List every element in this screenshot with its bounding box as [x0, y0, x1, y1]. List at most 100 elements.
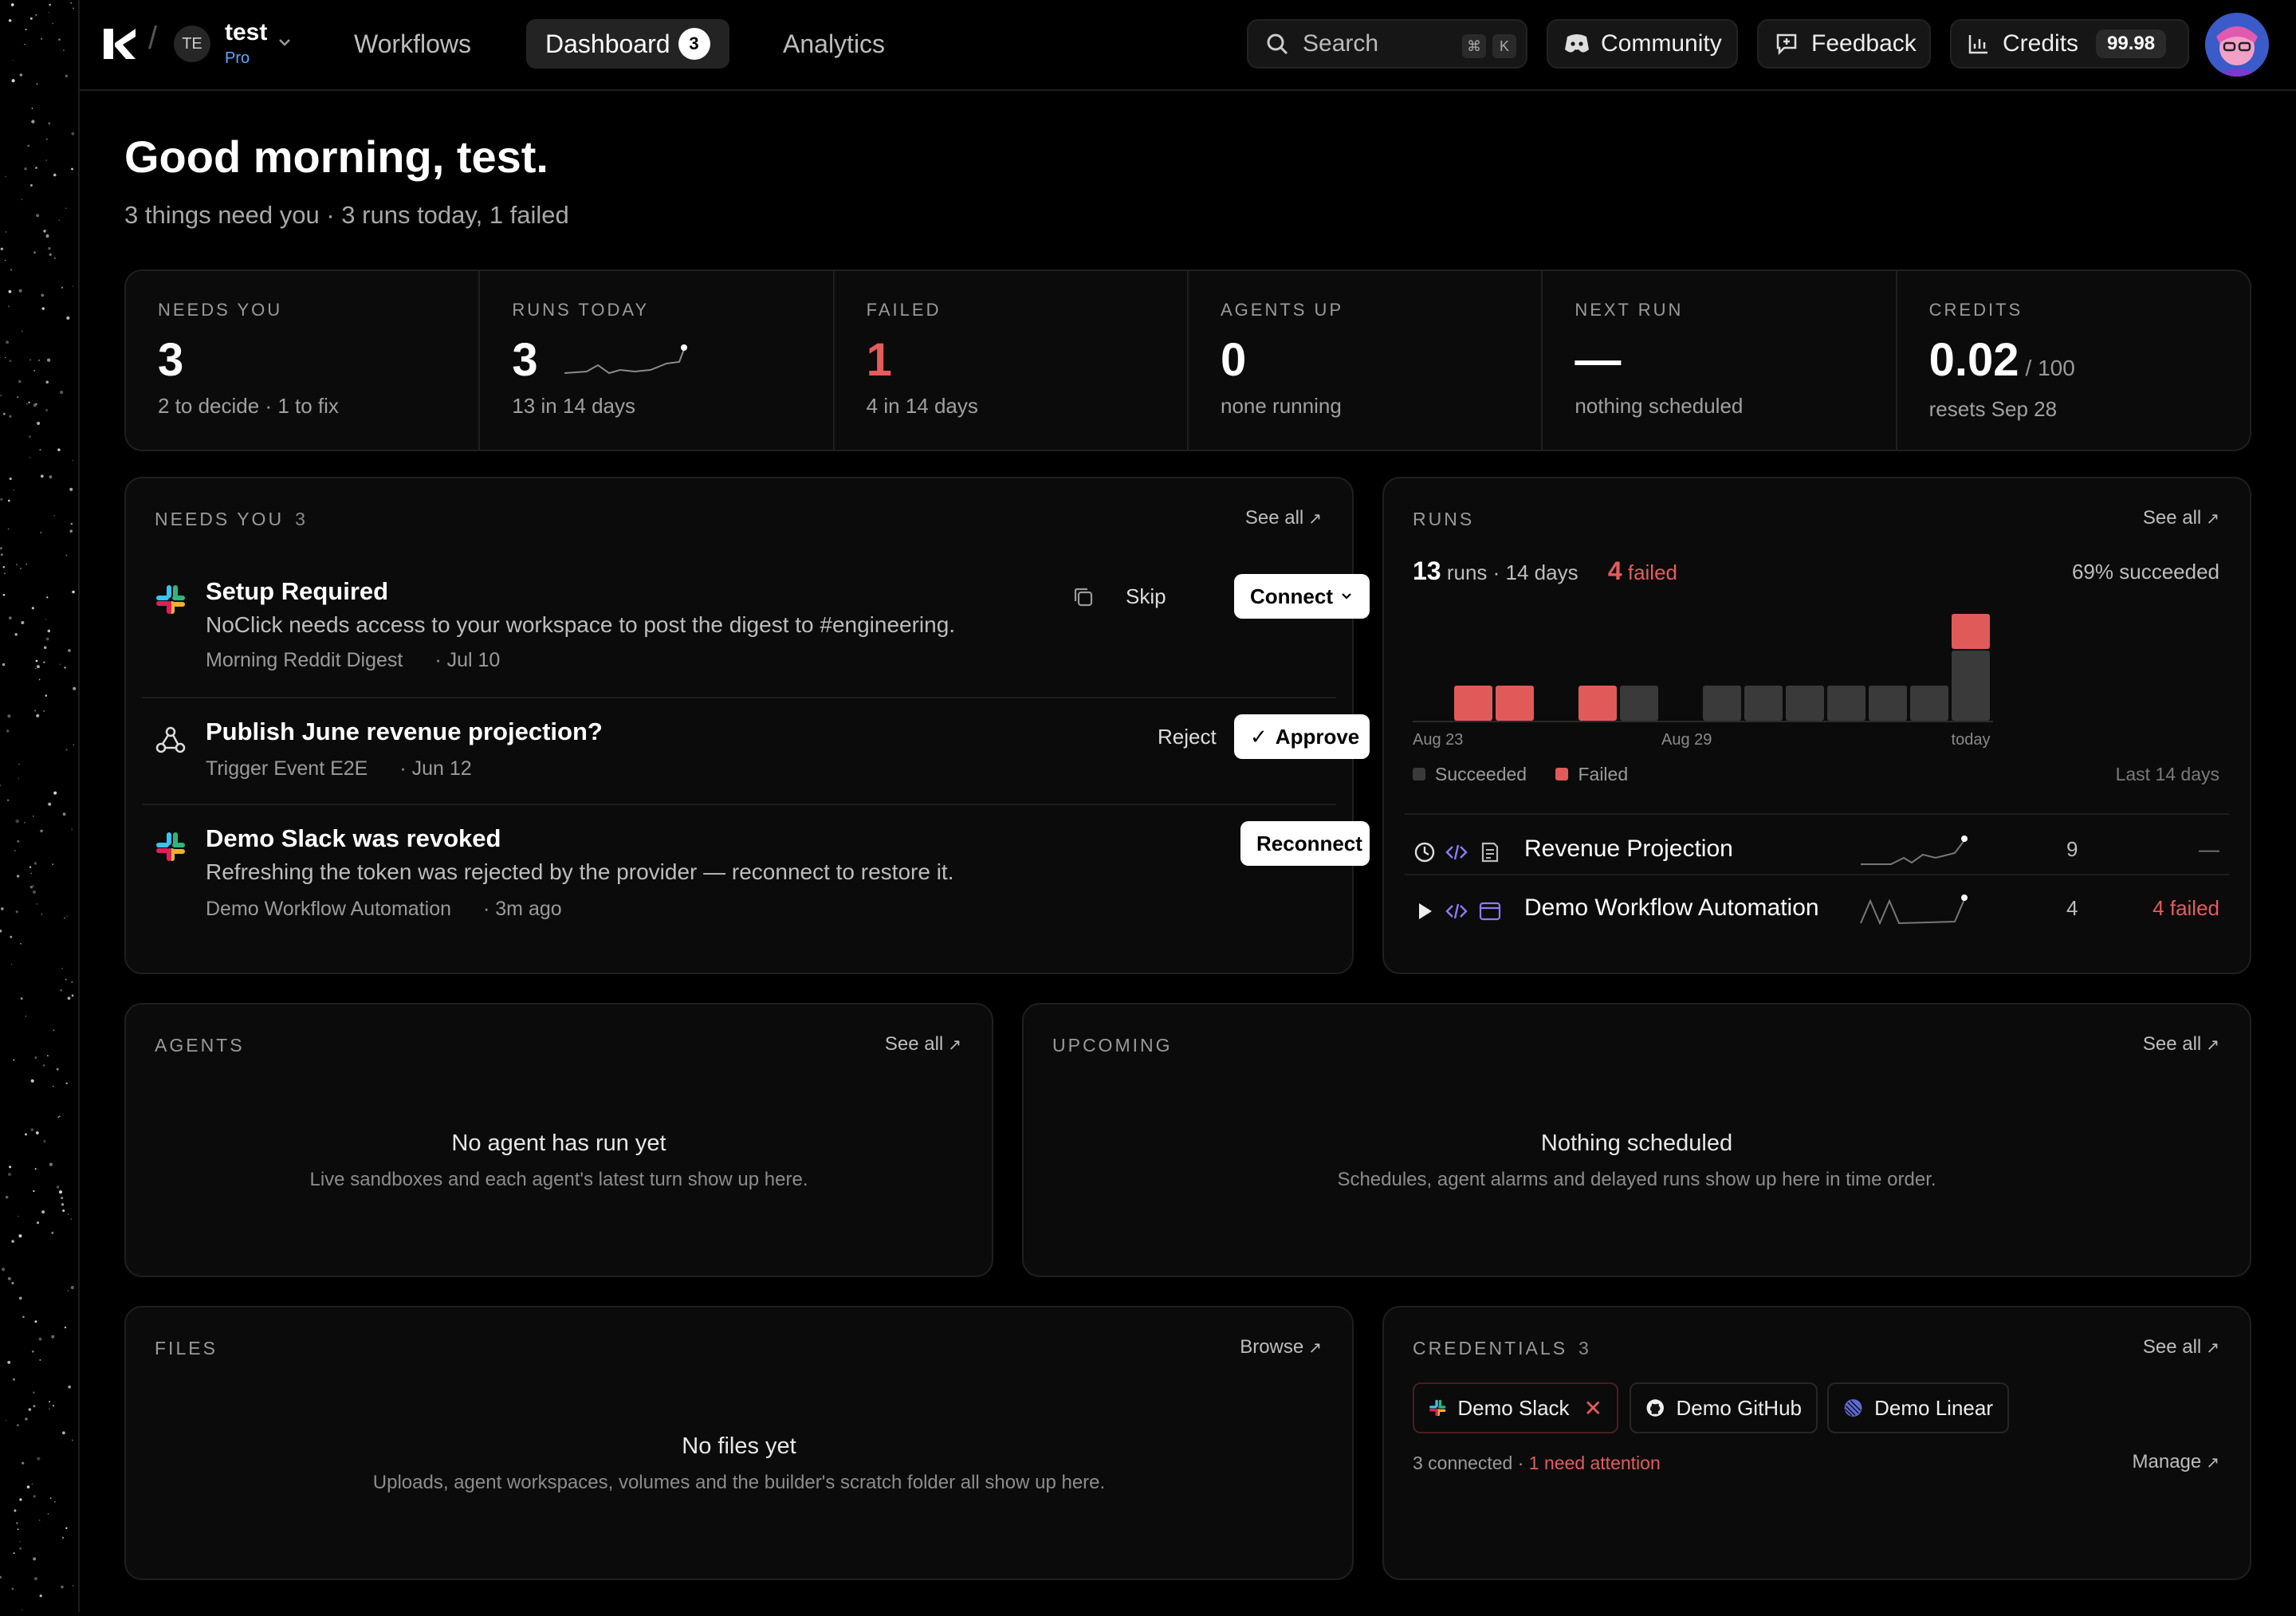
runs-see-all-link[interactable]: See all ↗ [2143, 507, 2219, 529]
stat-label: FAILED [866, 300, 942, 320]
bar-succeeded-sep-2[interactable] [1827, 686, 1866, 721]
workflow-row-demo-automation[interactable]: Demo Workflow Automation 4 4 failed [1413, 882, 2219, 939]
workspace-avatar[interactable]: TE [174, 26, 210, 62]
star-dot [66, 316, 70, 320]
credentials-attention[interactable]: 1 need attention [1529, 1453, 1661, 1473]
bar-succeeded-aug-30[interactable] [1703, 686, 1741, 721]
manage-label: Manage [2132, 1451, 2202, 1472]
star-dot [31, 1483, 33, 1485]
nav-dashboard[interactable]: Dashboard 3 [526, 19, 729, 69]
star-dot [62, 1431, 65, 1435]
stat-agents-up[interactable]: AGENTS UP 0 none running [1189, 271, 1543, 450]
credential-chip-slack[interactable]: Demo Slack ✕ [1413, 1382, 1618, 1433]
star-dot [0, 930, 2, 933]
stat-runs-today[interactable]: RUNS TODAY 3 13 in 14 days [480, 271, 835, 450]
user-avatar[interactable] [2205, 13, 2269, 77]
star-dot [6, 729, 10, 733]
needs-item-source[interactable]: Trigger Event E2E [206, 757, 368, 780]
app-logo-icon[interactable] [102, 27, 139, 61]
workflow-status: — [2199, 837, 2219, 861]
star-dot [57, 1116, 60, 1119]
bar-succeeded-today[interactable] [1952, 651, 1990, 721]
reject-button[interactable]: Reject [1158, 714, 1217, 759]
star-dot [17, 1424, 19, 1427]
browser-window-icon [1479, 902, 1501, 921]
nav-analytics[interactable]: Analytics [764, 19, 904, 69]
needs-see-all-link[interactable]: See all ↗ [1245, 507, 1322, 529]
star-dot [7, 714, 11, 718]
stat-value: 1 [866, 334, 892, 386]
bar-failed-aug-27[interactable] [1578, 686, 1617, 721]
credentials-see-all-link[interactable]: See all ↗ [2143, 1336, 2219, 1358]
star-dot [71, 994, 74, 997]
star-dot [64, 1326, 67, 1329]
credential-chip-linear[interactable]: Demo Linear [1827, 1382, 2009, 1433]
star-dot [34, 1320, 37, 1323]
credential-chip-github[interactable]: Demo GitHub [1630, 1382, 1818, 1433]
star-dot [33, 1405, 36, 1408]
community-button[interactable]: Community [1547, 19, 1738, 69]
bar-failed-today[interactable] [1952, 614, 1990, 649]
credential-name: Demo Linear [1874, 1395, 1993, 1420]
star-dot [46, 596, 49, 599]
search-input[interactable]: Search ⌘ K [1247, 19, 1527, 69]
star-dot [65, 74, 69, 78]
needs-item-source[interactable]: Demo Workflow Automation [206, 898, 451, 920]
page-subtitle: 3 things need you · 3 runs today, 1 fail… [124, 201, 569, 229]
stat-label: NEEDS YOU [158, 300, 283, 320]
needs-item-publish-projection: Publish June revenue projection? Trigger… [155, 714, 1370, 781]
files-browse-link[interactable]: Browse ↗ [1240, 1336, 1322, 1358]
agents-card: AGENTS See all ↗ No agent has run yet Liv… [124, 1003, 993, 1277]
reconnect-button[interactable]: Reconnect [1240, 821, 1370, 866]
star-dot [61, 1197, 64, 1200]
connect-button[interactable]: Connect [1234, 574, 1370, 619]
chevron-down-icon[interactable] [276, 33, 293, 51]
nav-workflows[interactable]: Workflows [335, 19, 490, 69]
workspace-name[interactable]: test [225, 19, 267, 46]
manage-credentials-link[interactable]: Manage ↗ [2133, 1451, 2220, 1473]
workflow-sparkline [1861, 836, 1968, 865]
star-dot [65, 749, 68, 751]
upcoming-see-all-link[interactable]: See all ↗ [2143, 1033, 2219, 1056]
star-dot [13, 1552, 15, 1555]
bar-succeeded-aug-31[interactable] [1744, 686, 1783, 721]
credits-button[interactable]: Credits 99.98 [1950, 19, 2189, 69]
bar-succeeded-sep-4[interactable] [1910, 686, 1948, 721]
needs-item-title: Setup Required [206, 577, 389, 605]
star-dot [43, 1140, 46, 1143]
card-count: 3 [295, 509, 308, 529]
starfield-decoration [0, 2, 77, 1610]
star-dot [34, 1168, 37, 1170]
workflow-row-revenue-projection[interactable]: Revenue Projection 9 — [1413, 823, 2219, 880]
close-icon[interactable]: ✕ [1584, 1395, 1602, 1421]
bar-failed-aug-24[interactable] [1454, 686, 1492, 721]
agents-see-all-link[interactable]: See all ↗ [885, 1033, 961, 1056]
star-dot [14, 849, 16, 852]
skip-button[interactable]: Skip [1126, 574, 1166, 619]
runs-summary: 13 runs · 14 days 4 failed [1413, 556, 1677, 586]
shortcut-key-k: K [1492, 33, 1516, 58]
approve-button[interactable]: ✓ Approve [1234, 714, 1370, 759]
bar-succeeded-sep-1[interactable] [1786, 686, 1824, 721]
stat-failed[interactable]: FAILED 1 4 in 14 days [835, 271, 1189, 450]
star-dot [48, 802, 52, 806]
stat-next-run[interactable]: NEXT RUN — nothing scheduled [1543, 271, 1897, 450]
star-dot [30, 1128, 34, 1131]
stat-unit: / 100 [2025, 356, 2075, 380]
bar-succeeded-sep-3[interactable] [1869, 686, 1907, 721]
document-icon [1481, 842, 1499, 863]
feedback-button[interactable]: Feedback [1757, 19, 1931, 69]
bar-succeeded-aug-28[interactable] [1620, 686, 1658, 721]
star-dot [71, 981, 73, 983]
star-dot [43, 661, 45, 663]
shortcut-key-cmd: ⌘ [1462, 33, 1486, 58]
copy-icon[interactable] [1071, 585, 1095, 609]
star-dot [18, 764, 20, 765]
needs-item-source[interactable]: Morning Reddit Digest [206, 649, 403, 671]
runs-bar-chart: Aug 23 Aug 29 today [1413, 614, 1993, 749]
stat-needs-you[interactable]: NEEDS YOU 3 2 to decide · 1 to fix [126, 271, 481, 450]
star-dot [7, 1361, 11, 1364]
runs-total: 13 [1413, 556, 1441, 585]
bar-failed-aug-25[interactable] [1496, 686, 1534, 721]
stat-credits[interactable]: CREDITS 0.02/ 100 resets Sep 28 [1897, 271, 2250, 450]
